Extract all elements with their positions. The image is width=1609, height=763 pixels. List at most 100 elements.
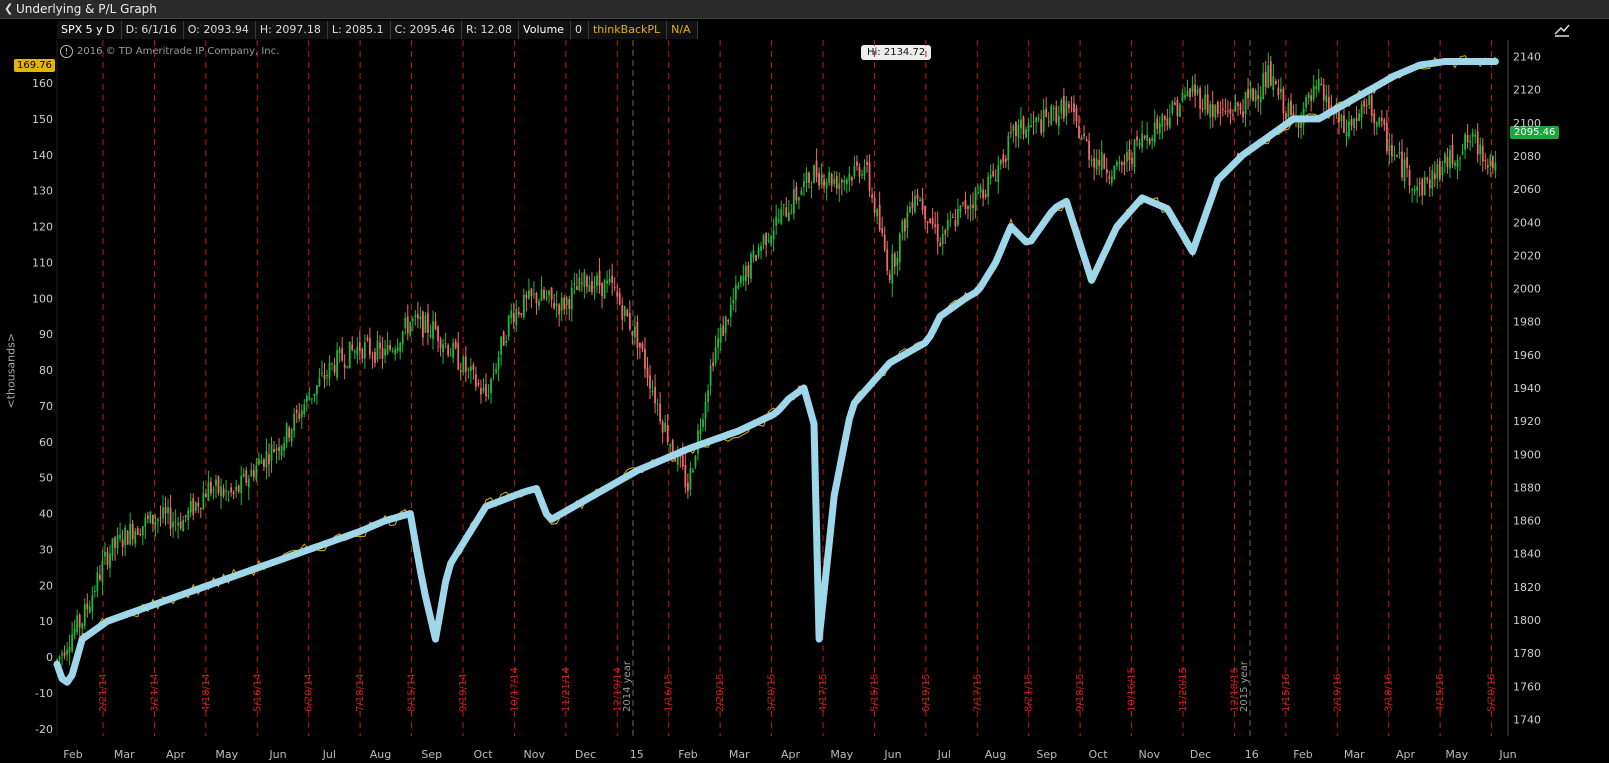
left-y-tick-label: 10 [39,615,53,628]
candle-body [1423,177,1426,195]
drawing-tools-icon[interactable] [1553,22,1571,38]
expiration-label: 5/16/14 [252,673,263,712]
candle-body [1073,103,1075,113]
candle-body [1486,165,1489,168]
right-y-tick-label: 1840 [1513,548,1541,561]
candle-body [909,206,911,213]
candle-body [949,219,952,221]
candle-body [157,519,159,521]
candle-body [480,388,482,395]
candle-body [194,502,197,511]
candle-body [563,298,566,309]
candle-body [861,174,863,176]
candle-body [386,344,389,354]
x-tick-label: Nov [524,748,546,761]
candle-body [245,470,248,483]
x-tick-label: Jul [937,748,951,761]
candle-body [1287,102,1290,118]
candle-body [719,327,722,343]
candle-body [333,364,336,373]
candle-body [419,316,422,320]
left-y-tick-label: 50 [39,472,53,485]
candle-body [1310,95,1313,101]
candle-body [1113,166,1116,179]
collapse-chevron-icon[interactable]: ❮ [4,2,13,15]
candle-body [303,404,306,415]
candle-body [898,233,901,263]
panel-header[interactable]: ❮ Underlying & P/L Graph [0,0,1609,19]
candle-body [222,488,225,496]
candle-body [1418,182,1421,184]
candle-body [126,531,129,545]
candle-body [336,350,339,378]
expiration-label: 2/21/14 [98,673,109,712]
candle-body [1017,124,1020,138]
candle-body [1191,84,1194,93]
candle-body [116,535,119,549]
candle-body [866,161,868,165]
candle-body [962,202,964,204]
chart-svg[interactable]: 2/21/14 3/21/14 4/18/14 5/16/14 6/20/14 7/18/… [0,0,1609,763]
candle-body [1174,102,1176,105]
candle-body [669,444,672,447]
candle-body [288,427,291,438]
candle-body [639,342,641,348]
expiration-label: 11/20/15 [1178,667,1189,712]
symbol-field[interactable]: SPX 5 y D [57,21,122,39]
candle-body [283,443,286,451]
candle-body [1479,144,1482,155]
candle-body [919,199,921,202]
right-y-tick-label: 2120 [1513,84,1541,97]
left-y-tick-label: 150 [32,113,53,126]
right-y-tick-label: 2020 [1513,249,1541,262]
candle-body [366,337,369,340]
candle-body [666,425,669,442]
study-name[interactable]: thinkBackPL [588,21,668,39]
x-tick-label: Jul [322,748,336,761]
candle-body [613,287,616,289]
candle-body [1416,186,1419,191]
candle-body [636,321,639,348]
candle-body [1454,162,1456,166]
candle-body [1153,122,1156,143]
left-y-tick-label: 130 [32,185,53,198]
candle-body [1408,170,1411,186]
candle-body [954,220,957,227]
candle-body [628,312,631,330]
candle-body [1315,86,1318,89]
candle-body [1451,145,1454,165]
candle-body [131,523,134,540]
candle-body [515,309,518,325]
candle-body [247,479,250,488]
candle-body [734,285,737,300]
candle-body [263,459,265,467]
right-y-tick-label: 1780 [1513,647,1541,660]
candle-body [840,180,843,183]
candle-body [1476,131,1479,155]
candle-body [1378,117,1381,126]
study-value: N/A [667,21,698,39]
candle-body [437,326,439,342]
candle-body [298,413,301,419]
candle-body [1090,159,1093,161]
candle-body [893,253,896,267]
candle-body [358,342,361,352]
expiration-label: 10/17/14 [509,667,520,712]
candle-body [414,314,417,317]
candle-body [517,311,520,315]
candle-body [845,179,848,185]
candle-body [151,515,154,525]
candle-body [623,306,626,316]
open-field: O: 2093.94 [183,21,256,39]
candle-body [109,553,111,568]
info-icon[interactable]: ! [60,45,73,58]
candle-body [1305,97,1308,108]
candle-body [835,176,838,189]
candle-body [396,347,399,351]
candle-body [588,284,591,292]
candle-body [1494,162,1497,171]
candle-body [167,507,169,514]
candle-body [1103,154,1106,169]
candle-body [474,374,477,387]
candle-body [278,447,280,451]
